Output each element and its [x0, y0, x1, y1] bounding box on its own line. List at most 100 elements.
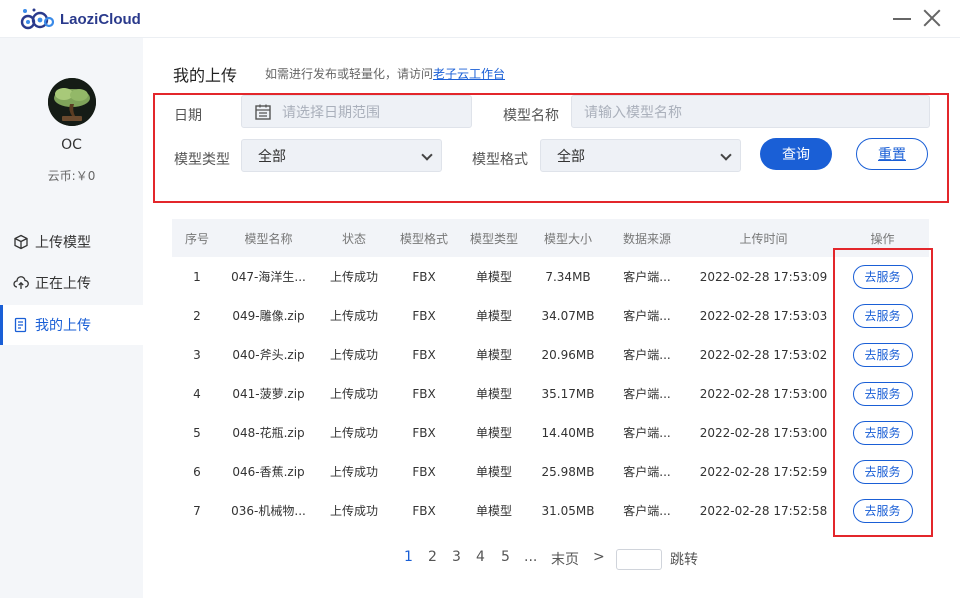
cell-upload-time: 2022-02-28 17:53:00	[699, 386, 828, 401]
column-header: 模型格式	[399, 231, 448, 246]
model-type-value: 全部	[258, 148, 286, 165]
table-body: 1 047-海洋生... 上传成功 FBX 单模型 7.34MB 客户端... 2022-02…	[172, 257, 929, 530]
cell-model-format: FBX	[412, 464, 436, 479]
cell-model-size: 14.40MB	[541, 425, 595, 440]
page-ellipsis: ...	[524, 549, 538, 565]
column-header: 模型类型	[469, 231, 518, 246]
cell-row-index: 3	[193, 347, 201, 362]
minimize-icon[interactable]	[893, 18, 911, 20]
page-jump-input[interactable]	[616, 549, 662, 570]
cell-row-index: 6	[193, 464, 201, 479]
cell-data-source: 客户端...	[623, 504, 671, 518]
column-header: 状态	[341, 231, 366, 246]
table-row: 4 041-菠萝.zip 上传成功 FBX 单模型 35.17MB 客户端... 2022-0…	[172, 374, 929, 413]
date-range-input[interactable]: 请选择日期范围	[241, 95, 472, 128]
cell-model-name: 036-机械物...	[231, 504, 306, 518]
sidebar-item-label: 上传模型	[35, 235, 91, 251]
close-icon[interactable]	[922, 8, 942, 28]
cell-model-format: FBX	[412, 425, 436, 440]
coin-balance: 云币:￥0	[47, 169, 96, 183]
column-header: 上传时间	[739, 231, 788, 246]
next-page-link[interactable]: >	[593, 549, 605, 565]
model-format-value: 全部	[557, 148, 585, 165]
cell-status: 上传成功	[329, 426, 378, 440]
model-name-input[interactable]: 请输入模型名称	[571, 95, 930, 128]
reset-button[interactable]: 重置	[856, 138, 928, 170]
page-2[interactable]: 2	[428, 549, 437, 565]
page-3[interactable]: 3	[452, 549, 461, 565]
cell-model-format: FBX	[412, 503, 436, 518]
cell-model-type: 单模型	[475, 270, 512, 284]
cell-data-source: 客户端...	[623, 426, 671, 440]
date-range-placeholder: 请选择日期范围	[282, 104, 380, 121]
column-header: 操作	[870, 231, 895, 246]
username: OC	[61, 137, 82, 153]
cell-status: 上传成功	[329, 465, 378, 479]
column-header: 模型大小	[543, 231, 592, 246]
jump-button[interactable]: 跳转	[670, 549, 698, 569]
title-bar: LaoziCloud	[0, 0, 960, 38]
page-4[interactable]: 4	[476, 549, 485, 565]
workbench-link[interactable]: 老子云工作台	[433, 67, 505, 81]
cell-row-index: 2	[193, 308, 201, 323]
cell-model-size: 31.05MB	[541, 503, 595, 518]
cell-upload-time: 2022-02-28 17:52:59	[699, 464, 828, 479]
cell-upload-time: 2022-02-28 17:53:00	[699, 425, 828, 440]
page-hint: 如需进行发布或轻量化，请访问老子云工作台	[265, 65, 505, 82]
cell-model-type: 单模型	[475, 387, 512, 401]
cell-model-type: 单模型	[475, 504, 512, 518]
logo-icon	[20, 8, 54, 30]
page-title: 我的上传	[173, 66, 238, 85]
query-button[interactable]: 查询	[760, 138, 832, 170]
cell-model-format: FBX	[412, 347, 436, 362]
model-type-label: 模型类型	[174, 152, 230, 168]
cell-row-index: 1	[193, 269, 201, 284]
cell-upload-time: 2022-02-28 17:53:02	[699, 347, 828, 362]
cell-model-type: 单模型	[475, 348, 512, 362]
main-content: 我的上传 如需进行发布或轻量化，请访问老子云工作台 日期 请选择日期范围 模型名…	[143, 38, 960, 598]
cell-model-format: FBX	[412, 269, 436, 284]
column-header: 模型名称	[244, 231, 293, 246]
last-page-link[interactable]: 末页	[551, 549, 579, 569]
cell-upload-time: 2022-02-28 17:52:58	[699, 503, 828, 518]
cell-status: 上传成功	[329, 309, 378, 323]
cell-model-type: 单模型	[475, 465, 512, 479]
cell-data-source: 客户端...	[623, 270, 671, 284]
sidebar-item-label: 正在上传	[35, 276, 91, 292]
cell-model-size: 7.34MB	[545, 269, 591, 284]
app-name: LaoziCloud	[60, 10, 141, 28]
avatar[interactable]	[48, 78, 96, 126]
cell-model-type: 单模型	[475, 309, 512, 323]
table-row: 1 047-海洋生... 上传成功 FBX 单模型 7.34MB 客户端... 2022-02…	[172, 257, 929, 296]
sidebar-item-my-uploads[interactable]: 我的上传	[0, 305, 143, 345]
model-format-select[interactable]: 全部	[540, 139, 741, 172]
table-row: 6 046-香蕉.zip 上传成功 FBX 单模型 25.98MB 客户端... 2022-0…	[172, 452, 929, 491]
date-label: 日期	[174, 108, 202, 124]
sidebar-item-label: 我的上传	[35, 318, 91, 334]
page-1[interactable]: 1	[404, 549, 413, 565]
cell-model-format: FBX	[412, 308, 436, 323]
app-logo: LaoziCloud	[20, 7, 141, 31]
sidebar-item-uploading[interactable]: 正在上传	[0, 263, 143, 303]
chevron-down-icon	[421, 149, 433, 161]
cell-model-name: 040-斧头.zip	[232, 348, 305, 362]
reset-button-label: 重置	[878, 147, 906, 163]
cell-row-index: 7	[193, 503, 201, 518]
cell-model-type: 单模型	[475, 426, 512, 440]
cell-model-size: 35.17MB	[541, 386, 595, 401]
table-header: 序号 模型名称 状态 模型格式 模型类型 模型大小 数据来源 上传时间 操作	[172, 219, 929, 257]
cell-data-source: 客户端...	[623, 465, 671, 479]
cell-model-format: FBX	[412, 386, 436, 401]
table-row: 3 040-斧头.zip 上传成功 FBX 单模型 20.96MB 客户端... 2022-0…	[172, 335, 929, 374]
sidebar-item-upload-model[interactable]: 上传模型	[0, 222, 143, 262]
cell-upload-time: 2022-02-28 17:53:09	[699, 269, 828, 284]
cell-status: 上传成功	[329, 270, 378, 284]
cell-data-source: 客户端...	[623, 309, 671, 323]
document-icon	[14, 317, 27, 333]
cell-data-source: 客户端...	[623, 387, 671, 401]
model-type-select[interactable]: 全部	[241, 139, 442, 172]
cloud-upload-icon	[13, 276, 29, 289]
cell-model-size: 34.07MB	[541, 308, 595, 323]
cell-status: 上传成功	[329, 504, 378, 518]
page-5[interactable]: 5	[501, 549, 510, 565]
